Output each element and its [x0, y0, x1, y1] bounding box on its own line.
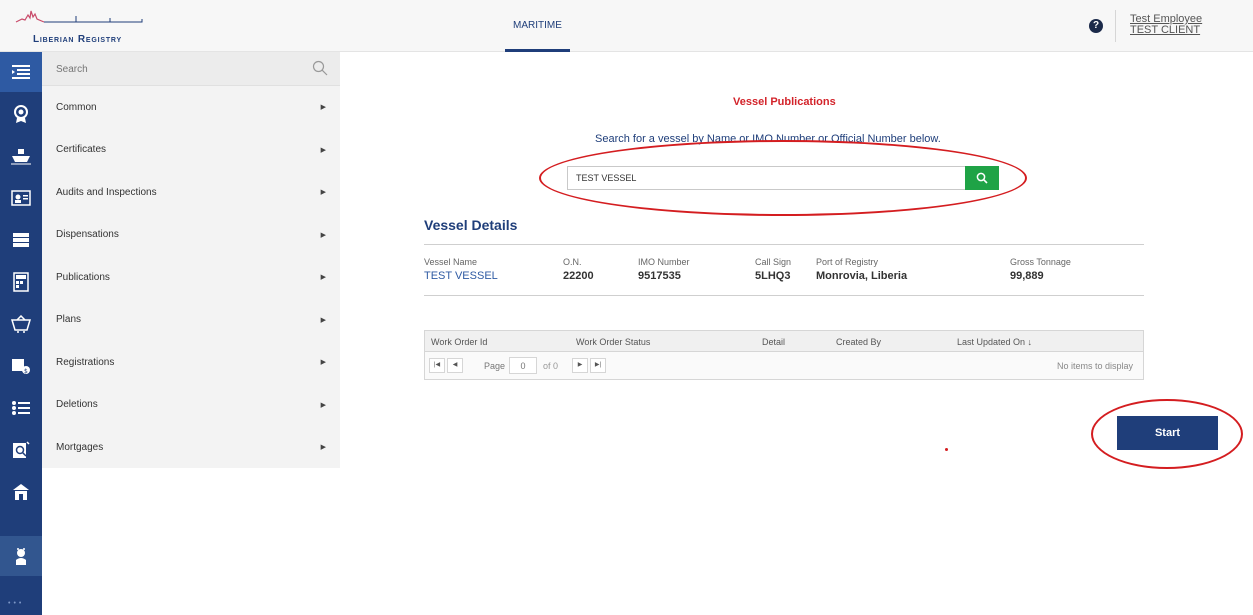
rail-more-dots[interactable]: •••	[8, 600, 24, 607]
page-number-input[interactable]	[509, 357, 537, 374]
divider	[424, 295, 1144, 296]
top-bar: Liberian Registry MARITIME ? Test Employ…	[0, 0, 1253, 52]
field-label: Gross Tonnage	[1010, 257, 1071, 267]
seal-icon[interactable]	[0, 94, 42, 134]
inspection-icon[interactable]	[0, 430, 42, 470]
building-icon[interactable]	[0, 472, 42, 512]
gross-tonnage-field: Gross Tonnage 99,889	[1010, 257, 1071, 282]
imo-number-field: IMO Number 9517535	[638, 257, 690, 282]
official-number-field: O.N. 22200	[563, 257, 594, 282]
list-icon[interactable]	[0, 388, 42, 428]
documents-icon[interactable]	[0, 220, 42, 260]
caret-right-icon: ▶	[320, 189, 326, 197]
svg-text:$: $	[24, 368, 28, 375]
vessel-details-title: Vessel Details	[424, 217, 518, 233]
red-annotation-dot	[945, 448, 948, 451]
next-page-icon[interactable]: ▶	[572, 358, 588, 373]
basket-icon[interactable]	[0, 304, 42, 344]
menu-toggle-icon[interactable]	[0, 52, 42, 92]
user-account[interactable]: Test Employee TEST CLIENT	[1130, 14, 1202, 36]
menu-item-publications[interactable]: Publications ▶	[42, 256, 340, 299]
caret-right-icon: ▶	[320, 104, 326, 112]
field-value: 22200	[563, 270, 594, 282]
menu-item-label: Registrations	[56, 356, 115, 368]
menu-item-label: Plans	[56, 314, 82, 326]
red-annotation-ellipse	[539, 140, 1027, 216]
question-circle-icon[interactable]: ?	[1089, 19, 1103, 33]
page-title: Vessel Publications	[733, 96, 836, 108]
first-page-icon[interactable]: |◀	[429, 358, 445, 373]
menu-item-registrations[interactable]: Registrations ▶	[42, 341, 340, 384]
grid-pager: |◀ ◀ Page of 0 ▶ ▶| No items to display	[425, 352, 1143, 379]
field-label: Vessel Name	[424, 257, 478, 267]
column-work-order-status[interactable]: Work Order Status	[576, 337, 650, 347]
menu-item-label: Dispensations	[56, 229, 119, 241]
port-of-registry-field: Port of Registry Monrovia, Liberia	[816, 257, 907, 282]
icon-rail: $ •••	[0, 52, 42, 615]
ship-icon[interactable]	[0, 136, 42, 176]
menu-search-box	[42, 52, 340, 86]
field-label: IMO Number	[638, 257, 690, 267]
divider	[424, 244, 1144, 245]
last-page-icon[interactable]: ▶|	[590, 358, 606, 373]
field-label: Port of Registry	[816, 257, 879, 267]
liberian-registry-logo[interactable]: Liberian Registry	[14, 6, 154, 48]
caret-right-icon: ▶	[320, 274, 326, 282]
search-icon[interactable]	[312, 60, 328, 76]
menu-item-deletions[interactable]: Deletions ▶	[42, 384, 340, 427]
id-card-icon[interactable]	[0, 178, 42, 218]
column-detail[interactable]: Detail	[762, 337, 785, 347]
menu-item-plans[interactable]: Plans ▶	[42, 299, 340, 342]
side-menu: Common ▶ Certificates ▶ Audits and Inspect…	[42, 52, 340, 468]
menu-item-label: Deletions	[56, 399, 98, 411]
caret-right-icon: ▶	[320, 444, 326, 452]
column-last-updated-on[interactable]: Last Updated On ↓	[957, 337, 1032, 347]
logo-skyline-graphic	[15, 10, 143, 23]
calculator-icon[interactable]	[0, 262, 42, 302]
menu-item-audits[interactable]: Audits and Inspections ▶	[42, 171, 340, 214]
field-value: 5LHQ3	[755, 270, 791, 282]
field-label: Call Sign	[755, 257, 792, 267]
column-work-order-id[interactable]: Work Order Id	[431, 337, 487, 347]
caret-right-icon: ▶	[320, 401, 326, 409]
caret-right-icon: ▶	[320, 146, 326, 154]
caret-right-icon: ▶	[320, 231, 326, 239]
person-icon[interactable]	[0, 536, 42, 576]
prev-page-icon[interactable]: ◀	[447, 358, 463, 373]
menu-item-label: Common	[56, 101, 97, 113]
vessel-name-field: Vessel Name TEST VESSEL	[424, 257, 498, 282]
field-value: 99,889	[1010, 270, 1044, 282]
red-annotation-ellipse	[1091, 399, 1243, 469]
menu-item-label: Mortgages	[56, 441, 104, 453]
header-divider	[1115, 10, 1116, 42]
menu-item-mortgages[interactable]: Mortgages ▶	[42, 426, 340, 469]
logo-text: Liberian Registry	[33, 34, 122, 45]
vessel-name-link[interactable]: TEST VESSEL	[424, 270, 498, 282]
menu-search-input[interactable]	[42, 52, 302, 86]
menu-item-label: Publications	[56, 271, 110, 283]
grid-empty-message: No items to display	[1056, 361, 1133, 371]
call-sign-field: Call Sign 5LHQ3	[755, 257, 791, 282]
work-order-grid: Work Order Id Work Order Status Detail C…	[424, 330, 1144, 380]
caret-right-icon: ▶	[320, 316, 326, 324]
menu-item-certificates[interactable]: Certificates ▶	[42, 129, 340, 172]
menu-item-label: Certificates	[56, 144, 107, 156]
page-count-label: of 0	[543, 361, 559, 371]
tab-maritime[interactable]: MARITIME	[505, 0, 570, 52]
user-org[interactable]: TEST CLIENT	[1130, 25, 1202, 36]
field-value: Monrovia, Liberia	[816, 270, 908, 282]
fees-icon[interactable]: $	[0, 346, 42, 386]
menu-item-label: Audits and Inspections	[56, 186, 157, 198]
column-created-by[interactable]: Created By	[836, 337, 881, 347]
field-value: 9517535	[638, 270, 681, 282]
caret-right-icon: ▶	[320, 359, 326, 367]
grid-header: Work Order Id Work Order Status Detail C…	[425, 331, 1143, 352]
page-label: Page	[484, 361, 506, 371]
menu-item-common[interactable]: Common ▶	[42, 86, 340, 129]
menu-item-dispensations[interactable]: Dispensations ▶	[42, 214, 340, 257]
field-label: O.N.	[563, 257, 582, 267]
